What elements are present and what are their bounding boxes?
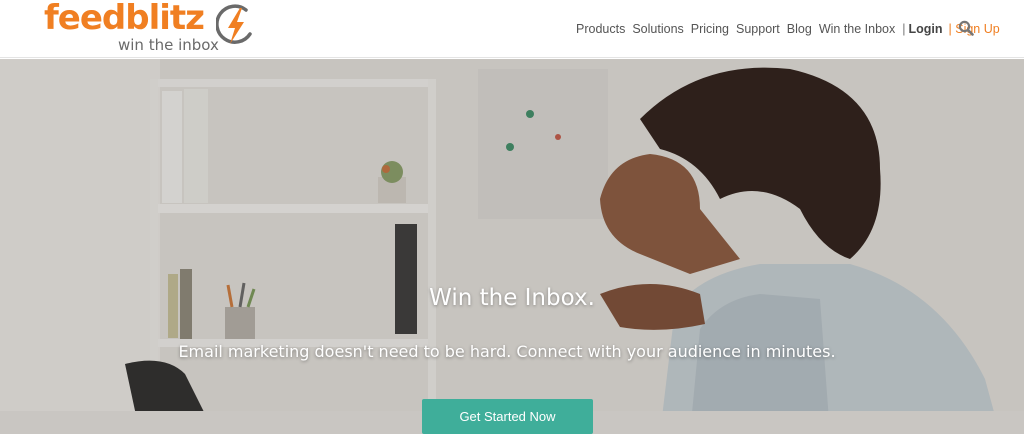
main-nav: Products Solutions Pricing Support Blog … bbox=[576, 20, 1000, 38]
search-icon[interactable] bbox=[958, 20, 974, 36]
nav-support[interactable]: Support bbox=[736, 22, 780, 36]
signup-link[interactable]: | Sign Up bbox=[949, 22, 1000, 36]
hero-title: Win the Inbox. bbox=[429, 285, 595, 311]
site-header: feedblitz win the inbox Products Solutio… bbox=[0, 0, 1024, 58]
nav-pricing[interactable]: Pricing bbox=[691, 22, 729, 36]
nav-solutions[interactable]: Solutions bbox=[632, 22, 683, 36]
hero-section: Win the Inbox. Email marketing doesn't n… bbox=[0, 59, 1024, 434]
nav-win-the-inbox[interactable]: Win the Inbox bbox=[819, 22, 895, 36]
lightning-bolt-icon bbox=[216, 4, 252, 44]
login-link[interactable]: Login bbox=[909, 22, 943, 36]
logo-tagline: win the inbox bbox=[118, 36, 219, 54]
logo-wordmark: feedblitz bbox=[44, 0, 205, 38]
nav-blog[interactable]: Blog bbox=[787, 22, 812, 36]
hero-subtitle: Email marketing doesn't need to be hard.… bbox=[178, 342, 836, 361]
nav-separator: | bbox=[902, 22, 906, 36]
get-started-button[interactable]: Get Started Now bbox=[422, 399, 593, 434]
nav-products[interactable]: Products bbox=[576, 22, 625, 36]
feedblitz-logo[interactable]: feedblitz win the inbox bbox=[44, 0, 256, 56]
hero-overlay bbox=[0, 59, 1024, 434]
